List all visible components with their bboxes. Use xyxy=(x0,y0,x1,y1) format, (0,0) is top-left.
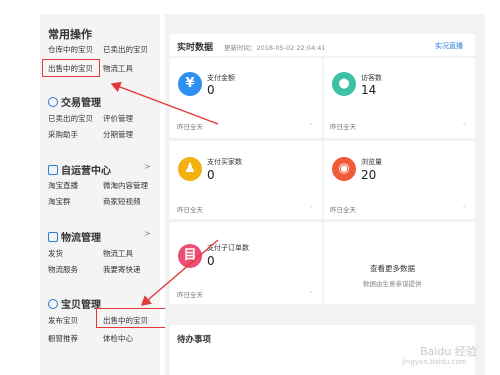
annotation-arrows xyxy=(110,81,219,306)
arrow-to-top-item xyxy=(110,81,219,125)
arrow-to-bottom-item xyxy=(140,239,219,306)
